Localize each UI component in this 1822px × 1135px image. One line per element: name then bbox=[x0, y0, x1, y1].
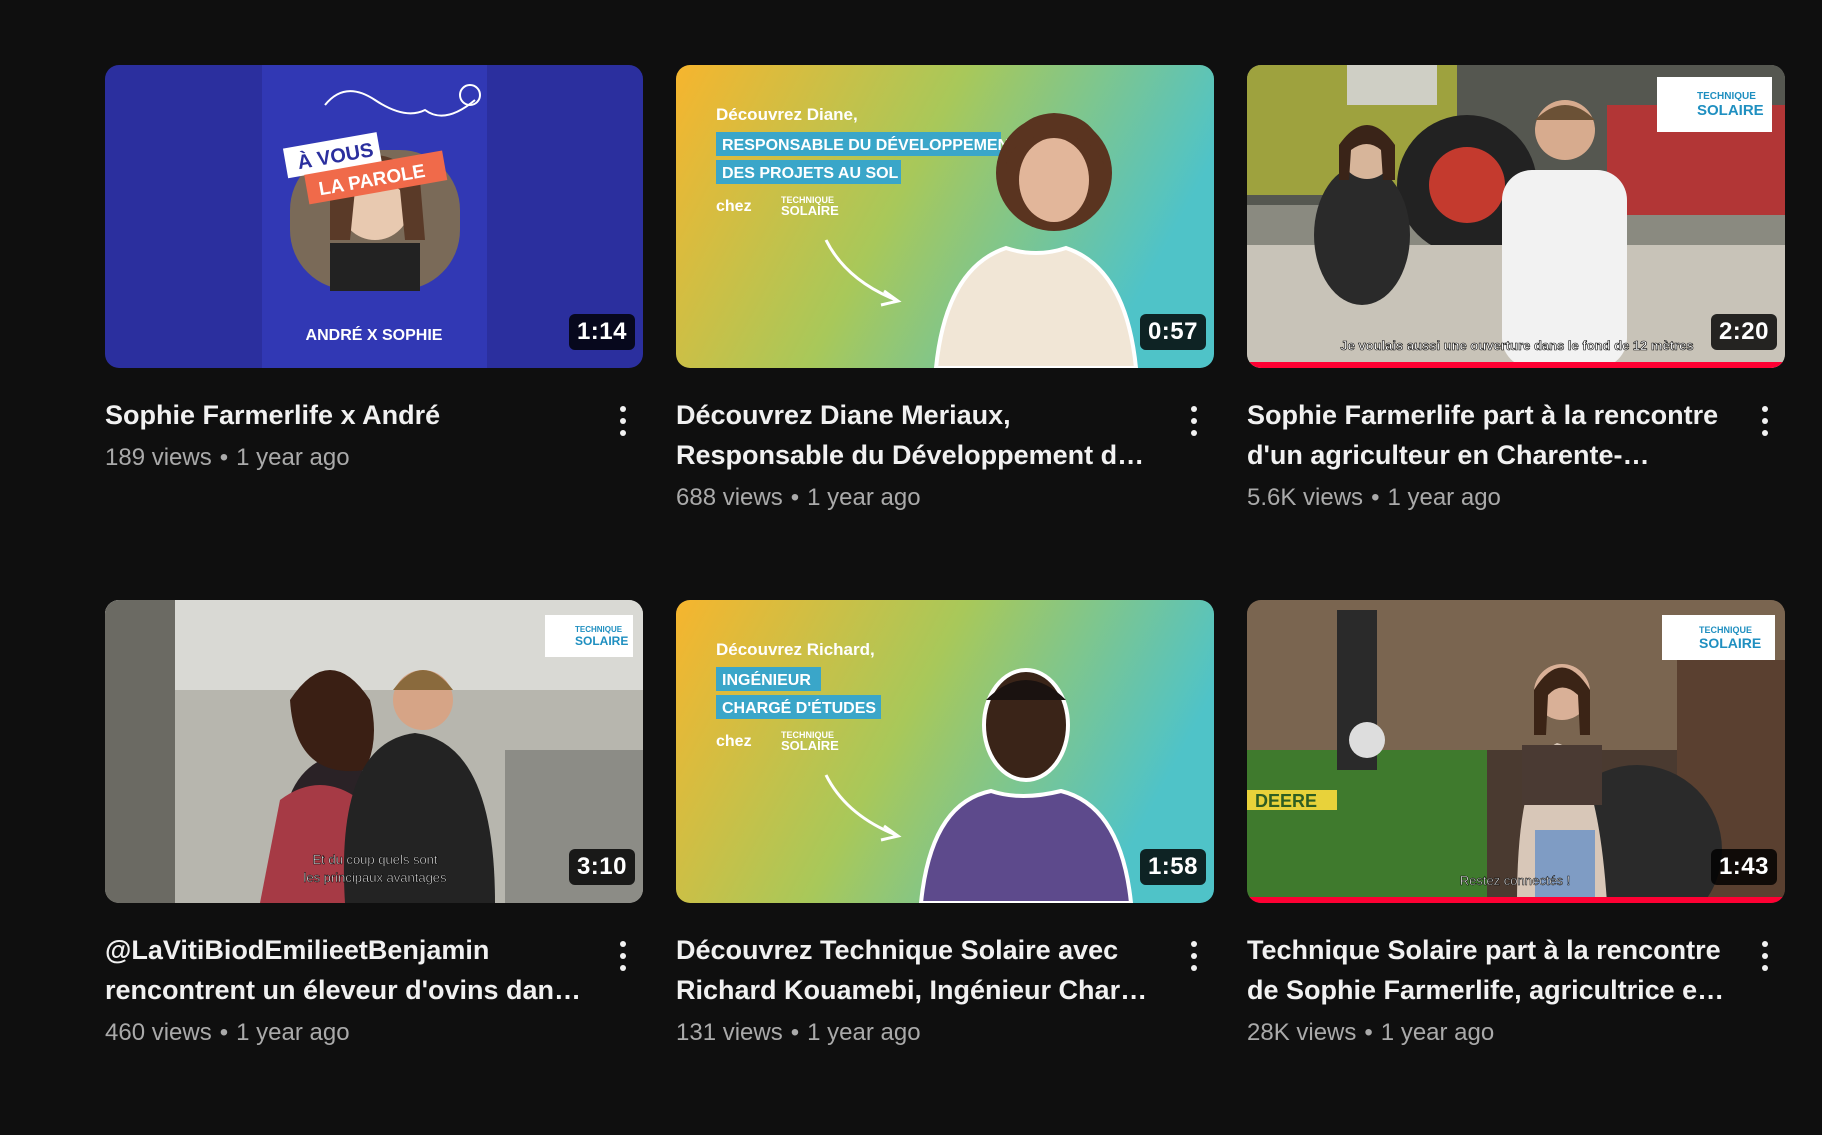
upload-age: 1 year ago bbox=[236, 444, 350, 471]
video-thumbnail[interactable]: DEERE TECHNIQUE SOLAIRE Restez connectés… bbox=[1247, 600, 1785, 903]
video-card[interactable]: Découvrez Diane, RESPONSABLE DU DÉVELOPP… bbox=[676, 65, 1214, 600]
thumbnail-text: TECHNIQUE bbox=[575, 625, 623, 634]
video-meta: @LaVitiBiodEmilieetBenjamin rencontrent … bbox=[105, 930, 643, 1050]
duration-badge: 1:58 bbox=[1139, 849, 1206, 885]
thumbnail-image: TECHNIQUE SOLAIRE Et du coup quels sont … bbox=[105, 600, 643, 903]
thumbnail-text: ANDRÉ X SOPHIE bbox=[306, 325, 443, 344]
more-vert-icon[interactable] bbox=[1180, 936, 1208, 976]
thumbnail-text: SOLAIRE bbox=[781, 738, 839, 753]
view-count: 688 views bbox=[676, 484, 783, 511]
video-title[interactable]: Découvrez Technique Solaire avec Richard… bbox=[676, 930, 1156, 1010]
video-meta: Technique Solaire part à la rencontre de… bbox=[1247, 930, 1785, 1050]
video-meta: Découvrez Diane Meriaux, Responsable du … bbox=[676, 395, 1214, 515]
video-stats: 131 views • 1 year ago bbox=[676, 1016, 1156, 1050]
video-stats: 460 views • 1 year ago bbox=[105, 1016, 585, 1050]
thumbnail-text: Et du coup quels sont bbox=[312, 852, 437, 867]
video-meta: Sophie Farmerlife part à la rencontre d'… bbox=[1247, 395, 1785, 515]
video-thumbnail[interactable]: TECHNIQUE SOLAIRE Et du coup quels sont … bbox=[105, 600, 643, 903]
separator-dot: • bbox=[1371, 484, 1380, 511]
video-title[interactable]: Technique Solaire part à la rencontre de… bbox=[1247, 930, 1727, 1010]
duration-badge: 0:57 bbox=[1139, 314, 1206, 350]
thumbnail-image: À VOUS LA PAROLE ANDRÉ X SOPHIE bbox=[105, 65, 643, 368]
view-count: 28K views bbox=[1247, 1019, 1357, 1046]
separator-dot: • bbox=[219, 1019, 229, 1046]
more-vert-icon[interactable] bbox=[609, 936, 637, 976]
upload-age: 1 year ago bbox=[807, 484, 921, 511]
thumbnail-image: Découvrez Richard, INGÉNIEUR CHARGÉ D'ÉT… bbox=[676, 600, 1214, 903]
thumbnail-text: Je voulais aussi une ouverture dans le f… bbox=[1340, 338, 1693, 353]
thumbnail-text: TECHNIQUE bbox=[1699, 625, 1752, 635]
video-card[interactable]: DEERE TECHNIQUE SOLAIRE Restez connectés… bbox=[1247, 600, 1785, 1135]
video-stats: 688 views • 1 year ago bbox=[676, 481, 1156, 515]
thumbnail-text: Restez connectés ! bbox=[1460, 873, 1571, 888]
upload-age: 1 year ago bbox=[1380, 1019, 1495, 1046]
upload-age: 1 year ago bbox=[1387, 484, 1501, 511]
thumbnail-text: SOLAIRE bbox=[575, 634, 628, 648]
video-stats: 189 views • 1 year ago bbox=[105, 441, 585, 475]
video-card[interactable]: Découvrez Richard, INGÉNIEUR CHARGÉ D'ÉT… bbox=[676, 600, 1214, 1135]
more-vert-icon[interactable] bbox=[1180, 401, 1208, 441]
thumbnail-text: DES PROJETS AU SOL bbox=[722, 165, 899, 182]
duration-badge: 1:14 bbox=[568, 314, 635, 350]
thumbnail-text: les principaux avantages bbox=[303, 870, 447, 885]
duration-badge: 2:20 bbox=[1710, 314, 1777, 350]
video-stats: 5.6K views • 1 year ago bbox=[1247, 481, 1727, 515]
separator-dot: • bbox=[1364, 1019, 1373, 1046]
video-title[interactable]: Découvrez Diane Meriaux, Responsable du … bbox=[676, 395, 1156, 475]
more-vert-icon[interactable] bbox=[1751, 401, 1779, 441]
video-meta: Sophie Farmerlife x André 189 views • 1 ye… bbox=[105, 395, 643, 475]
video-title[interactable]: Sophie Farmerlife x André bbox=[105, 395, 585, 435]
video-grid: À VOUS LA PAROLE ANDRÉ X SOPHIE 1:14 Sop… bbox=[105, 65, 1785, 1135]
watch-progress-bar bbox=[1247, 897, 1785, 903]
duration-badge: 1:43 bbox=[1710, 849, 1777, 885]
thumbnail-text: Découvrez Diane, bbox=[716, 105, 858, 124]
upload-age: 1 year ago bbox=[236, 1019, 350, 1046]
video-thumbnail[interactable]: Découvrez Richard, INGÉNIEUR CHARGÉ D'ÉT… bbox=[676, 600, 1214, 903]
video-thumbnail[interactable]: Découvrez Diane, RESPONSABLE DU DÉVELOPP… bbox=[676, 65, 1214, 368]
more-vert-icon[interactable] bbox=[1751, 936, 1779, 976]
thumbnail-text: DEERE bbox=[1255, 791, 1317, 811]
thumbnail-text: CHARGÉ D'ÉTUDES bbox=[722, 698, 876, 717]
thumbnail-text: RESPONSABLE DU DÉVELOPPEMENT bbox=[722, 135, 1019, 154]
thumbnail-text: SOLAIRE bbox=[1697, 102, 1764, 119]
video-title[interactable]: Sophie Farmerlife part à la rencontre d'… bbox=[1247, 395, 1727, 475]
video-thumbnail[interactable]: TECHNIQUE SOLAIRE Je voulais aussi une o… bbox=[1247, 65, 1785, 368]
separator-dot: • bbox=[790, 1019, 800, 1046]
thumbnail-text: chez bbox=[716, 733, 752, 750]
separator-dot: • bbox=[219, 444, 229, 471]
separator-dot: • bbox=[790, 484, 800, 511]
video-card[interactable]: TECHNIQUE SOLAIRE Je voulais aussi une o… bbox=[1247, 65, 1785, 600]
thumbnail-image: Découvrez Diane, RESPONSABLE DU DÉVELOPP… bbox=[676, 65, 1214, 368]
thumbnail-text: INGÉNIEUR bbox=[722, 670, 811, 689]
view-count: 189 views bbox=[105, 444, 212, 471]
video-card[interactable]: À VOUS LA PAROLE ANDRÉ X SOPHIE 1:14 Sop… bbox=[105, 65, 643, 600]
duration-badge: 3:10 bbox=[568, 849, 635, 885]
view-count: 5.6K views bbox=[1247, 484, 1364, 511]
thumbnail-text: SOLAIRE bbox=[1699, 635, 1761, 651]
upload-age: 1 year ago bbox=[807, 1019, 921, 1046]
thumbnail-image: DEERE TECHNIQUE SOLAIRE Restez connectés… bbox=[1247, 600, 1785, 903]
thumbnail-text: TECHNIQUE bbox=[1697, 91, 1756, 102]
view-count: 460 views bbox=[105, 1019, 212, 1046]
video-meta: Découvrez Technique Solaire avec Richard… bbox=[676, 930, 1214, 1050]
video-title[interactable]: @LaVitiBiodEmilieetBenjamin rencontrent … bbox=[105, 930, 585, 1010]
video-thumbnail[interactable]: À VOUS LA PAROLE ANDRÉ X SOPHIE 1:14 bbox=[105, 65, 643, 368]
watch-progress-bar bbox=[1247, 362, 1785, 368]
video-stats: 28K views • 1 year ago bbox=[1247, 1016, 1727, 1050]
thumbnail-text: Découvrez Richard, bbox=[716, 640, 875, 659]
more-vert-icon[interactable] bbox=[609, 401, 637, 441]
thumbnail-text: chez bbox=[716, 198, 752, 215]
thumbnail-image: TECHNIQUE SOLAIRE Je voulais aussi une o… bbox=[1247, 65, 1785, 368]
thumbnail-text: SOLAIRE bbox=[781, 203, 839, 218]
video-card[interactable]: TECHNIQUE SOLAIRE Et du coup quels sont … bbox=[105, 600, 643, 1135]
view-count: 131 views bbox=[676, 1019, 783, 1046]
